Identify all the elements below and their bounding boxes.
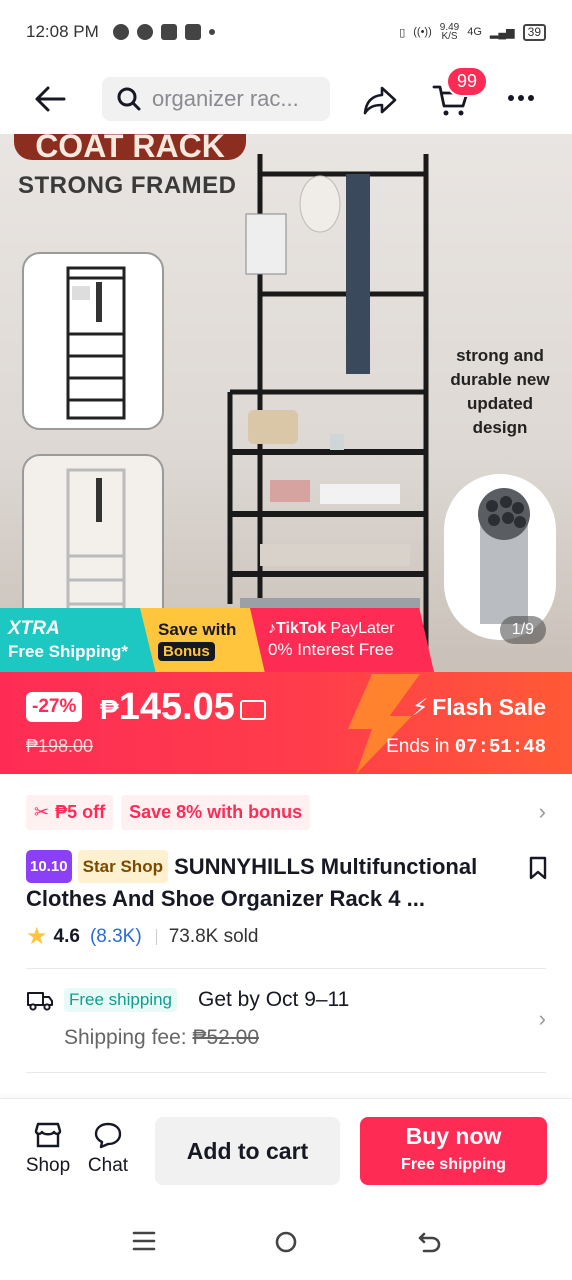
product-title-area: 10.10 Star Shop SUNNYHILLS Multifunction… xyxy=(26,850,548,914)
speed-unit: K/S xyxy=(441,31,458,42)
buy-now-button[interactable]: Buy now Free shipping xyxy=(360,1117,547,1185)
event-tag: 10.10 xyxy=(26,850,72,883)
hotspot-icon: ((•)) xyxy=(413,26,432,38)
ticket-icon: ✂ xyxy=(34,801,50,822)
section-divider xyxy=(26,968,546,969)
lightning-bolt-decoration xyxy=(348,674,420,774)
status-bar: 12:08 PM ▯ ((•)) 9.49 K/S 4G ▂▄▆ 39 xyxy=(0,0,572,64)
ends-in-label: Ends in xyxy=(386,736,450,757)
shop-button[interactable]: Shop xyxy=(24,1121,72,1177)
price-value: 145.05 xyxy=(118,686,235,728)
bonus-label: Bonus xyxy=(158,642,215,661)
rating-row[interactable]: ★ 4.6 (8.3K) 73.8K sold xyxy=(26,922,258,951)
shipping-fee-original: ₱52.00 xyxy=(192,1026,260,1049)
store-icon xyxy=(34,1122,62,1148)
status-right: ▯ ((•)) 9.49 K/S 4G ▂▄▆ 39 xyxy=(399,23,546,42)
network-type: 4G xyxy=(467,26,482,38)
battery-level: 39 xyxy=(527,25,541,39)
more-options-icon[interactable] xyxy=(506,88,536,108)
coupons-row[interactable]: ✂ ₱5 off Save 8% with bonus › xyxy=(26,794,546,830)
rating-value: 4.6 xyxy=(53,925,80,947)
network-speed: 9.49 K/S xyxy=(440,23,459,42)
currency-symbol: ₱ xyxy=(100,694,119,725)
sold-count: 73.8K sold xyxy=(168,925,259,947)
countdown: Ends in 07:51:48 xyxy=(386,736,546,758)
recent-apps-icon[interactable] xyxy=(132,1230,156,1252)
home-icon[interactable] xyxy=(274,1230,298,1254)
buy-now-label: Buy now xyxy=(405,1123,502,1149)
product-title-text-1: SUNNYHILLS Multifunctional xyxy=(174,854,478,879)
rack-thumbnail-image xyxy=(22,252,164,430)
image-caption: strong and durable new updated design xyxy=(450,346,550,437)
tiktok-label: TikTok xyxy=(276,620,327,637)
original-price: ₱198.00 xyxy=(26,736,94,756)
countdown-timer: 07:51:48 xyxy=(454,736,546,758)
bookmark-icon[interactable] xyxy=(528,856,548,880)
back-nav-icon[interactable] xyxy=(418,1230,442,1254)
search-input[interactable]: organizer rac... xyxy=(102,77,330,121)
shipping-fee: Shipping fee: ₱52.00 xyxy=(64,1026,259,1050)
notification-icons xyxy=(112,24,215,40)
truck-icon xyxy=(27,992,53,1011)
messenger-icon-2 xyxy=(136,24,153,40)
paylater-label: PayLater xyxy=(330,620,395,637)
vibrate-icon: ▯ xyxy=(399,26,406,39)
bottom-action-bar: Shop Chat Add to cart Buy now Free shipp… xyxy=(0,1098,572,1200)
signal-icon: ▂▄▆ xyxy=(489,26,515,39)
flash-sale-banner: -27% ₱145.05 ₱198.00 ⚡ Flash Sale Ends in… xyxy=(0,672,572,774)
coupon-text: ₱5 off xyxy=(55,801,106,822)
sale-price: ₱145.05 xyxy=(100,686,235,729)
free-shipping-label: Free Shipping* xyxy=(8,642,128,661)
save-with-label: Save with xyxy=(158,620,237,639)
discount-badge: -27% xyxy=(26,692,83,722)
shop-label: Shop xyxy=(25,1155,71,1176)
battery-icon: 39 xyxy=(522,23,546,41)
flash-sale-text: Flash Sale xyxy=(432,694,546,720)
delivery-estimate: Get by Oct 9–11 xyxy=(198,988,350,1011)
save-with-bonus-promo[interactable]: Save with Bonus xyxy=(140,608,270,672)
interest-free-label: 0% Interest Free xyxy=(268,640,394,659)
back-arrow-icon[interactable] xyxy=(32,84,68,114)
chat-bubble-icon xyxy=(94,1122,122,1149)
search-icon xyxy=(117,87,141,111)
search-placeholder: organizer rac... xyxy=(152,86,299,111)
product-image-carousel[interactable]: COAT RACK STRONG FRAMED strong and durab… xyxy=(0,134,572,672)
tiktok-logo-icon: ♪ xyxy=(268,620,276,637)
messenger-icon xyxy=(112,24,129,40)
shipping-info[interactable]: Free shipping Get by Oct 9–11 Shipping f… xyxy=(26,986,546,1056)
chevron-right-icon: › xyxy=(538,799,546,824)
top-bar: organizer rac... 99 xyxy=(0,64,572,134)
coupon-icon xyxy=(240,700,266,720)
chevron-right-icon: › xyxy=(538,1006,546,1031)
buy-now-sublabel: Free shipping xyxy=(401,1156,506,1173)
share-icon[interactable] xyxy=(362,82,398,118)
xtra-free-shipping-promo[interactable]: XTRA Free Shipping* xyxy=(0,608,160,672)
more-notifications-icon xyxy=(208,29,215,35)
shipping-fee-label: Shipping fee: xyxy=(64,1026,187,1049)
divider xyxy=(155,928,157,945)
product-title-line-2[interactable]: Clothes And Shoe Organizer Rack 4 ... xyxy=(26,883,548,914)
xtra-label: XTRA xyxy=(8,618,60,639)
coat-rack-image xyxy=(227,154,429,654)
tiktok-paylater-promo[interactable]: ♪TikTok PayLater 0% Interest Free xyxy=(250,608,434,672)
review-count: (8.3K) xyxy=(89,925,142,947)
coupon-chip-discount: ✂ ₱5 off xyxy=(26,794,114,830)
status-time: 12:08 PM xyxy=(26,22,99,41)
app-notification-icon xyxy=(184,24,201,40)
bolt-icon: ⚡ xyxy=(412,694,429,720)
star-shop-tag: Star Shop xyxy=(77,850,168,883)
cart-count-badge: 99 xyxy=(446,66,489,97)
promo-strip: XTRA Free Shipping* Save with Bonus ♪Tik… xyxy=(0,608,572,672)
free-shipping-badge: Free shipping xyxy=(64,988,178,1012)
shop-notification-icon xyxy=(160,24,177,40)
chat-label: Chat xyxy=(87,1155,129,1176)
section-divider xyxy=(26,1072,546,1073)
add-to-cart-button[interactable]: Add to cart xyxy=(155,1117,340,1185)
star-icon: ★ xyxy=(26,923,48,950)
chat-button[interactable]: Chat xyxy=(84,1121,132,1177)
coupon-chip-bonus: Save 8% with bonus xyxy=(121,794,311,830)
product-title-line-1: 10.10 Star Shop SUNNYHILLS Multifunction… xyxy=(26,850,548,883)
system-navigation-bar xyxy=(0,1200,572,1280)
flash-sale-label: ⚡ Flash Sale xyxy=(412,694,546,721)
